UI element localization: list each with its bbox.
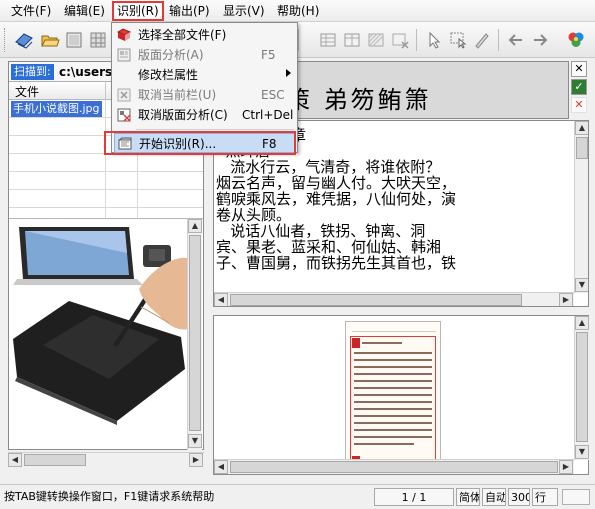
scroll-down-button[interactable]: ▼ <box>575 278 588 292</box>
menu-edit[interactable]: 编辑(E) <box>61 3 108 19</box>
scan-icon[interactable] <box>14 30 34 50</box>
scroll-thumb[interactable] <box>230 461 558 473</box>
menu-item-modify-column-attributes[interactable]: 修改栏属性 <box>114 65 295 85</box>
menu-item-label: 选择全部文件(F) <box>138 28 227 42</box>
hatch-icon[interactable] <box>366 30 386 50</box>
scroll-thumb[interactable] <box>230 294 522 306</box>
scroll-left-button[interactable]: ◀ <box>8 453 22 467</box>
table-icon[interactable] <box>318 30 338 50</box>
file-name[interactable]: 手机小说截图.jpg <box>11 101 102 117</box>
scroll-right-button[interactable]: ▶ <box>559 293 573 306</box>
menu-help[interactable]: 帮助(H) <box>274 3 322 19</box>
menu-recognize[interactable]: 识别(R) <box>112 1 164 21</box>
thumbnail-preview: ▲ ▼ <box>9 218 203 450</box>
page-thumbnail[interactable] <box>345 321 441 469</box>
status-hint: 按TAB键转换操作窗口，F1键请求系统帮助 <box>4 490 215 503</box>
scroll-down-button[interactable]: ▼ <box>575 445 589 459</box>
submenu-arrow-icon <box>286 69 291 77</box>
scroll-thumb[interactable] <box>576 332 588 442</box>
menu-separator <box>136 129 294 130</box>
preview-vscroll[interactable]: ▲ ▼ <box>574 316 589 460</box>
scroll-up-button[interactable]: ▲ <box>575 316 589 330</box>
scroll-thumb[interactable] <box>24 454 86 466</box>
start-recognition-highlight <box>104 131 296 155</box>
grid-icon[interactable] <box>88 30 108 50</box>
scroll-thumb[interactable] <box>576 137 588 159</box>
dpi-indicator: 300 <box>508 488 530 506</box>
file-panel-hscroll[interactable]: ◀ ▶ <box>8 452 204 467</box>
color-icon[interactable] <box>566 30 586 50</box>
file-row-empty <box>9 190 203 208</box>
recognition-mode: 自动 <box>482 488 506 506</box>
menu-item-shortcut: ESC <box>261 88 285 102</box>
menu-item-select-all-files[interactable]: 选择全部文件(F) <box>114 25 295 45</box>
menu-bar: 文件(F) 编辑(E) 识别(R) 输出(P) 显示(V) 帮助(H) <box>0 0 595 22</box>
preview-hscroll[interactable]: ◀ ▶ <box>214 459 574 474</box>
cancel-column-icon <box>117 88 131 102</box>
scroll-thumb[interactable] <box>189 235 201 431</box>
thumbnail-image <box>9 219 189 431</box>
script-mode: 简体 <box>456 488 480 506</box>
pointer-icon[interactable] <box>424 30 444 50</box>
page-marker <box>352 338 360 348</box>
menu-item-label: 修改栏属性 <box>138 68 199 82</box>
menu-item-cancel-current-column[interactable]: 取消当前栏(U) ESC <box>114 85 295 105</box>
menu-item-label: 取消版面分析(C) <box>138 108 228 122</box>
select-all-icon <box>117 28 131 41</box>
menu-output[interactable]: 输出(P) <box>166 3 213 19</box>
layout-analysis-icon <box>117 48 131 62</box>
scroll-up-button[interactable]: ▲ <box>188 219 202 233</box>
pen-icon[interactable] <box>472 30 492 50</box>
toolbar-grip[interactable] <box>4 28 7 52</box>
menu-item-layout-analysis[interactable]: 版面分析(A) F5 <box>114 45 295 65</box>
text-vscroll[interactable]: ▲ ▼ <box>574 121 588 293</box>
scroll-up-button[interactable]: ▲ <box>575 121 588 135</box>
status-cell-empty <box>562 489 590 505</box>
file-row-empty <box>9 172 203 190</box>
open-folder-icon[interactable] <box>40 30 60 50</box>
column-icon[interactable] <box>342 30 362 50</box>
page-header <box>352 327 436 332</box>
close-candidates-icon[interactable]: ✕ <box>571 61 587 77</box>
menu-item-label: 取消当前栏(U) <box>138 88 217 102</box>
menu-view[interactable]: 显示(V) <box>220 3 268 19</box>
menu-item-shortcut: F5 <box>261 48 276 62</box>
text-hscroll[interactable]: ◀ ▶ <box>214 292 574 306</box>
cancel-layout-icon <box>117 108 131 122</box>
scroll-down-button[interactable]: ▼ <box>188 434 202 448</box>
layout-mode: 行 <box>532 488 558 506</box>
menu-item-shortcut: Ctrl+Del <box>242 108 294 122</box>
region-select-icon[interactable] <box>448 30 468 50</box>
file-row-empty <box>9 154 203 172</box>
menu-file[interactable]: 文件(F) <box>8 3 54 19</box>
grid-line <box>105 100 106 218</box>
scan-to-label: 扫描到: <box>11 64 54 80</box>
arrow-left-icon[interactable] <box>506 30 526 50</box>
scroll-left-button[interactable]: ◀ <box>214 293 228 306</box>
arrow-right-icon[interactable] <box>530 30 550 50</box>
reject-icon[interactable]: ✕ <box>571 97 587 113</box>
image-icon[interactable] <box>64 30 84 50</box>
file-column-header[interactable]: 文件 <box>15 83 39 100</box>
thumbnail-vscroll[interactable]: ▲ ▼ <box>187 219 202 450</box>
page-preview-pane[interactable]: ▲ ▼ ◀ ▶ <box>213 315 589 475</box>
page-indicator: 1 / 1 <box>374 488 454 506</box>
scroll-right-button[interactable]: ▶ <box>559 460 573 474</box>
scroll-right-button[interactable]: ▶ <box>189 453 203 467</box>
candidate-side-buttons: ✕ ✓ ✕ <box>571 61 589 117</box>
delete-region-icon[interactable] <box>390 30 410 50</box>
scroll-left-button[interactable]: ◀ <box>214 460 228 474</box>
menu-item-cancel-layout-analysis[interactable]: 取消版面分析(C) Ctrl+Del <box>114 105 295 125</box>
menu-item-label: 版面分析(A) <box>138 48 204 62</box>
accept-icon[interactable]: ✓ <box>571 79 587 95</box>
status-bar: 按TAB键转换操作窗口，F1键请求系统帮助 1 / 1 简体 自动 300 行 <box>0 484 595 509</box>
